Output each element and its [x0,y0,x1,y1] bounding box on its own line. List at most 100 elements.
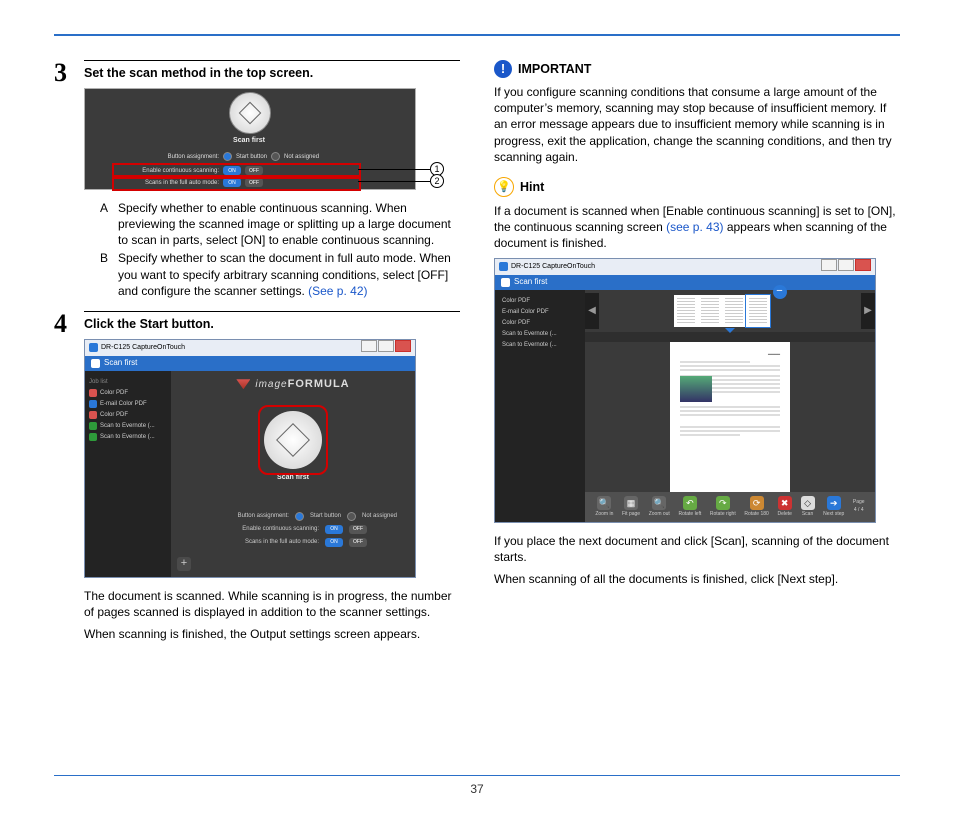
sidebar-item-label: Scan to Evernote (... [502,341,557,349]
toolbar-label: Fit page [622,511,640,518]
thumb-next-button[interactable]: ▶ [861,293,875,329]
rotate-180-button[interactable]: ⟳Rotate 180 [744,496,768,518]
page-thumbnail[interactable] [698,295,722,327]
preview-toolbar: 🔍Zoom in ▦Fit page 🔍Zoom out ↶Rotate lef… [585,492,875,522]
two-column-layout: 3 Set the scan method in the top screen.… [54,60,900,654]
rotate-left-button[interactable]: ↶Rotate left [678,496,701,518]
see-p42-link[interactable]: (See p. 42) [308,284,367,298]
see-p43-link[interactable]: (see p. 43) [666,220,723,234]
hint-text: If a document is scanned when [Enable co… [494,203,900,252]
sidebar-item-label: Color PDF [502,319,530,327]
scan-first-button[interactable] [229,92,271,134]
window-controls[interactable] [360,340,411,355]
important-heading: ! IMPORTANT [494,60,900,78]
sidebar-item[interactable]: Color PDF [499,297,581,305]
rotate-right-button[interactable]: ↷Rotate right [710,496,736,518]
toggle-continuous-off[interactable]: OFF [349,525,367,534]
sidebar-item[interactable]: Color PDF [89,411,167,419]
manual-page: 3 Set the scan method in the top screen.… [0,0,954,818]
window-controls[interactable] [820,259,871,274]
hint-heading: 💡 Hint [494,177,900,197]
radio-start-button[interactable] [223,152,232,161]
scan-button[interactable]: ◇Scan [801,496,815,518]
step-3-explanation-list: A Specify whether to enable continuous s… [84,200,460,299]
radio-start-button[interactable] [295,512,304,521]
zoom-out-button[interactable]: 🔍Zoom out [649,496,670,518]
app-icon [89,343,98,352]
delete-icon: ✖ [778,496,792,510]
scan-settings: Button assignment: Start button Not assi… [171,510,415,549]
thumbnail-bar: ◀ − ▶ [585,290,875,342]
zoom-in-button[interactable]: 🔍Zoom in [595,496,613,518]
step-3-screenshot: Scan first Button assignment: Start butt… [84,88,460,190]
toolbar-label: Rotate right [710,511,736,518]
sidebar-item[interactable]: Color PDF [499,319,581,327]
minimize-icon[interactable] [361,340,377,352]
sidebar-item-label: Color PDF [100,411,128,419]
sidebar-item[interactable]: Scan to Evernote (... [89,422,167,430]
sidebar-item-label: Scan to Evernote (... [502,330,557,338]
option-not-assigned[interactable]: Not assigned [362,512,397,520]
thumb-prev-button[interactable]: ◀ [585,293,599,329]
app-icon [499,262,508,271]
remove-page-button[interactable]: − [773,285,787,299]
left-column: 3 Set the scan method in the top screen.… [54,60,460,654]
page-thumbnail[interactable] [722,295,746,327]
sidebar-item[interactable]: Scan to Evernote (... [499,341,581,349]
toggle-auto-on[interactable]: ON [325,538,343,547]
next-step-icon: ➔ [827,496,841,510]
rotate-left-icon: ↶ [683,496,697,510]
page-preview: ━━━━ [585,342,875,492]
fit-page-icon: ▦ [624,496,638,510]
home-icon[interactable] [501,278,510,287]
sidebar-item[interactable]: Scan to Evernote (... [89,433,167,441]
page-thumbnail-selected[interactable] [746,295,770,327]
next-step-button[interactable]: ➔Next step [823,496,844,518]
toggle-continuous-on[interactable]: ON [325,525,343,534]
right-para-1: If you place the next document and click… [494,533,900,565]
sidebar-item[interactable]: E-mail Color PDF [89,400,167,408]
sidebar-item[interactable]: E-mail Color PDF [499,308,581,316]
brand-text-b: FORMULA [288,378,350,390]
add-job-button[interactable]: + [177,557,191,571]
close-icon[interactable] [395,340,411,352]
step-3-title: Set the scan method in the top screen. [84,60,460,82]
sidebar-item[interactable]: Scan to Evernote (... [499,330,581,338]
radio-not-assigned[interactable] [271,152,280,161]
radio-not-assigned[interactable] [347,512,356,521]
fit-page-button[interactable]: ▦Fit page [622,496,640,518]
home-icon[interactable] [91,359,100,368]
delete-button[interactable]: ✖Delete [777,496,791,518]
page-thumbnail[interactable] [674,295,698,327]
header-title: Scan first [104,358,137,369]
step-4-screenshot: DR-C125 CaptureOnTouch Scan first Job li… [84,339,416,578]
window-title: DR-C125 CaptureOnTouch [101,343,185,352]
maximize-icon[interactable] [838,259,854,271]
step-4-para-2: When scanning is finished, the Output se… [84,626,460,642]
step-3-number: 3 [54,60,76,301]
start-scan-button[interactable] [264,411,322,469]
option-not-assigned[interactable]: Not assigned [284,153,319,161]
sidebar-item-label: E-mail Color PDF [100,400,147,408]
step-4-para-1: The document is scanned. While scanning … [84,588,460,620]
window-titlebar: DR-C125 CaptureOnTouch [85,340,415,356]
bottom-rule [54,775,900,776]
close-icon[interactable] [855,259,871,271]
toolbar-label: Zoom out [649,511,670,518]
sidebar-item-label: E-mail Color PDF [502,308,549,316]
sidebar-item[interactable]: Color PDF [89,389,167,397]
circled-2-icon: B [100,250,114,299]
brand-logo: imageFORMULA [171,371,415,394]
toggle-auto-off[interactable]: OFF [349,538,367,547]
rotate-180-icon: ⟳ [750,496,764,510]
brand-chevron-icon [236,379,250,389]
minimize-icon[interactable] [821,259,837,271]
toolbar-label: Scan [802,511,813,518]
maximize-icon[interactable] [378,340,394,352]
evernote-icon [89,433,97,441]
window-titlebar: DR-C125 CaptureOnTouch [495,259,875,275]
option-start-button[interactable]: Start button [310,512,341,520]
continuous-scanning-label: Enable continuous scanning: [219,525,319,533]
option-start-button[interactable]: Start button [236,153,267,161]
step-4-number: 4 [54,311,76,648]
